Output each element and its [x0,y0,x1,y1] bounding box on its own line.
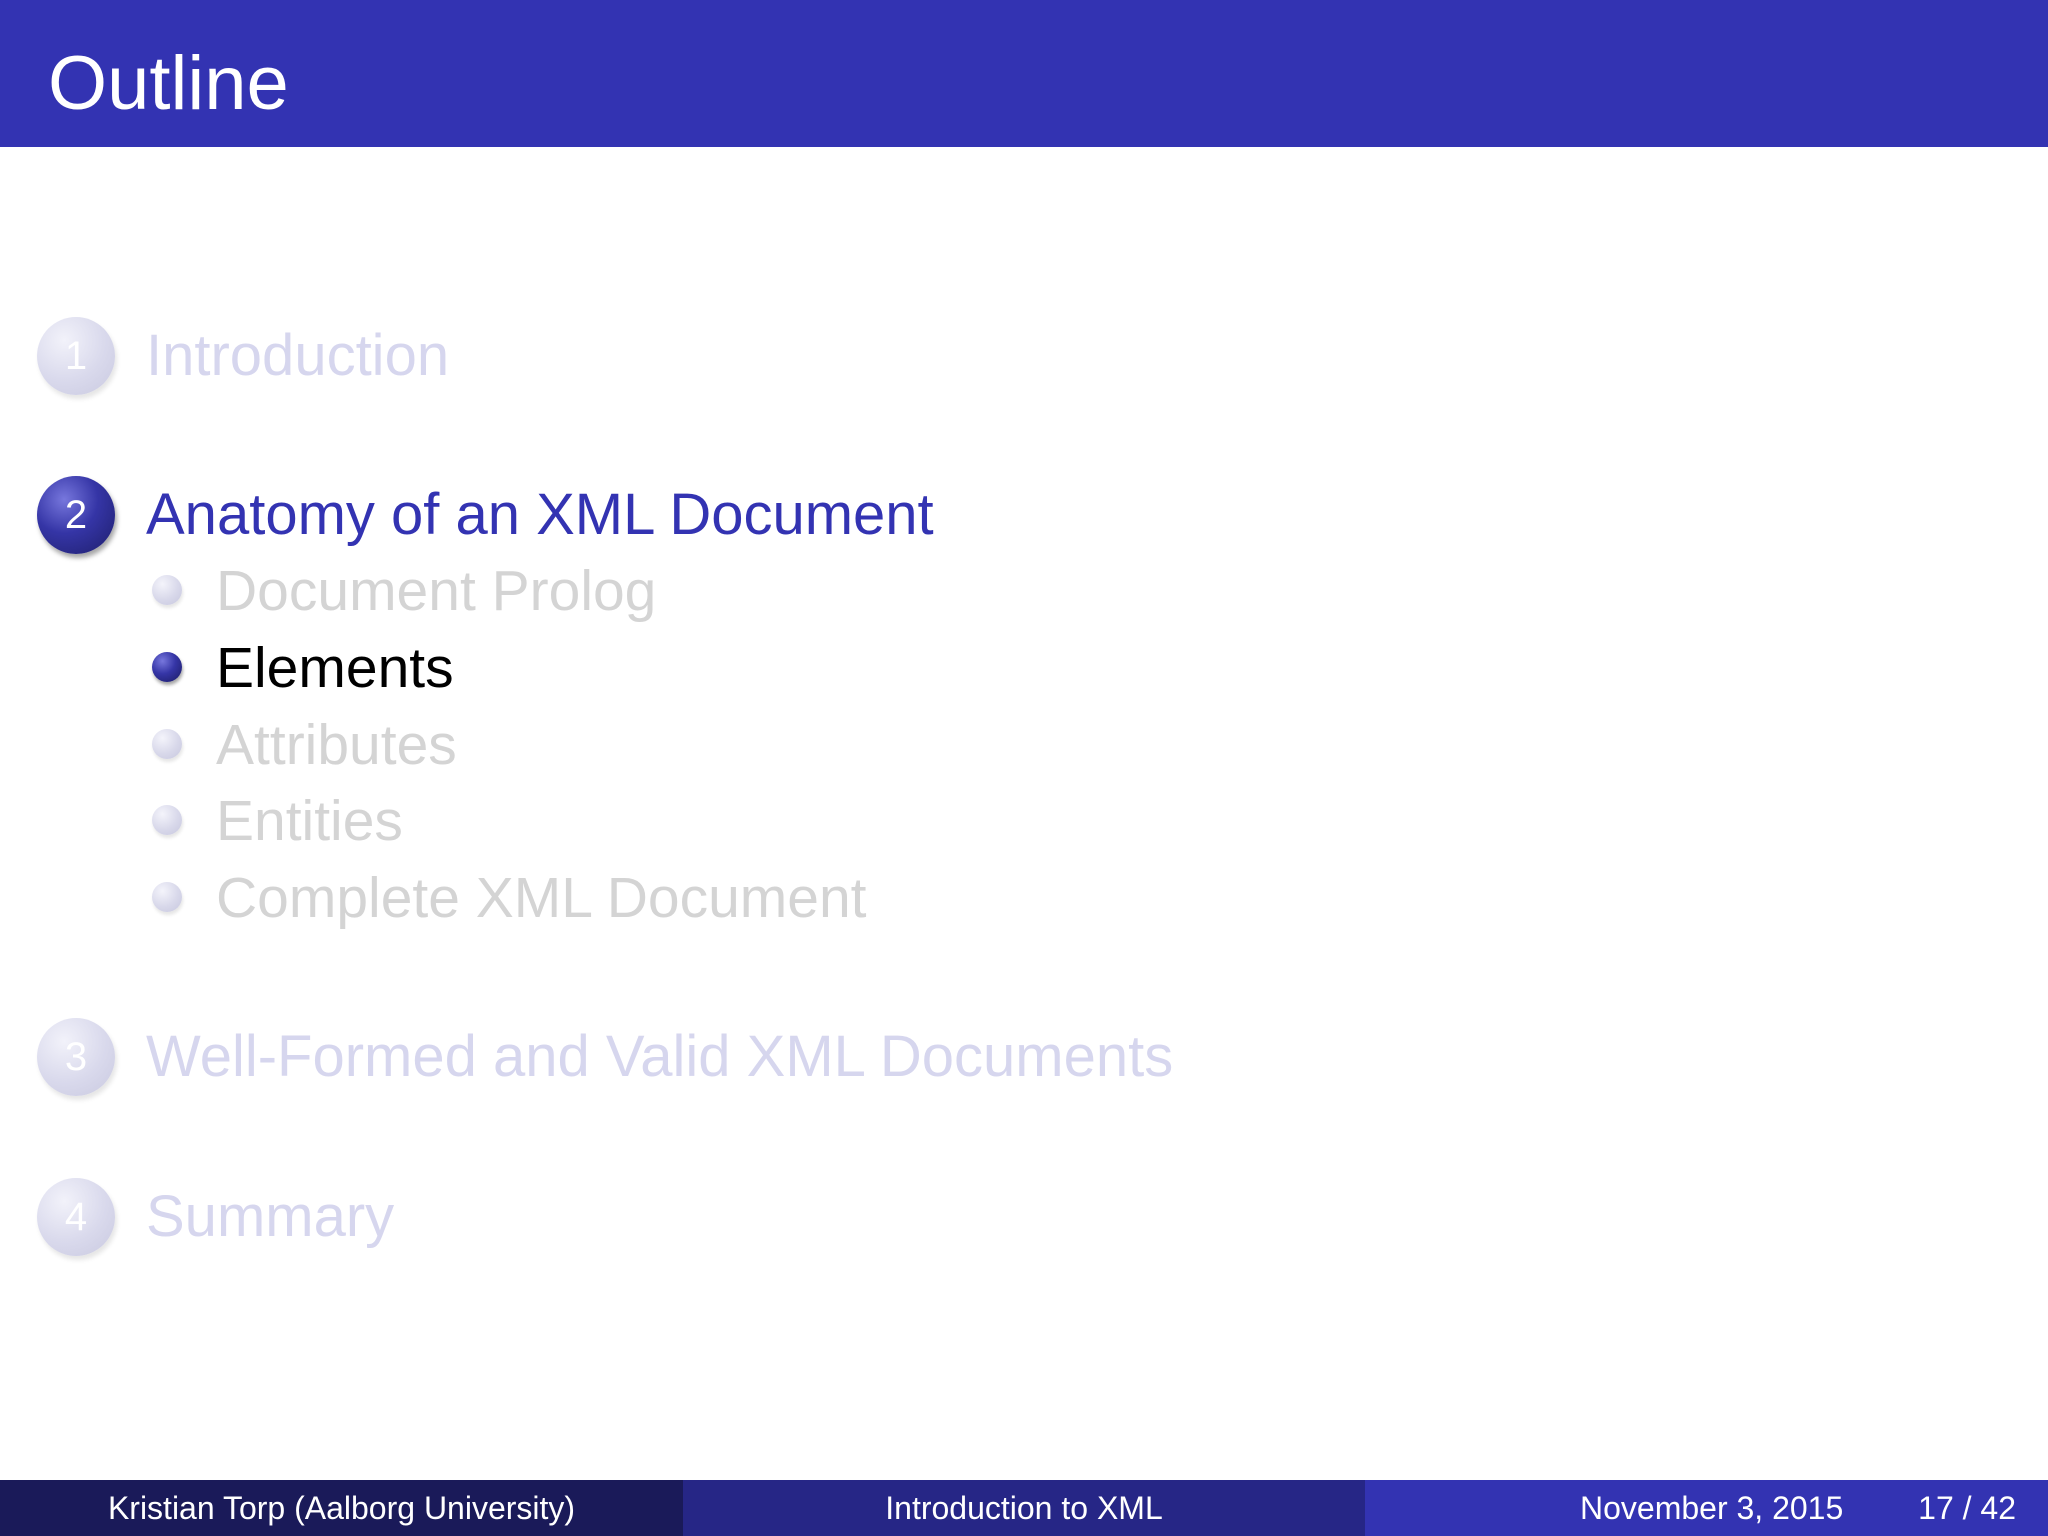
section-label: Introduction [146,323,450,388]
subsection-label: Document Prolog [216,559,657,623]
footer-author: Kristian Torp (Aalborg University) [0,1480,683,1536]
footer-page-number: 17 / 42 [1918,1490,2016,1526]
toc-subsection-elements[interactable]: Elements [0,632,2048,708]
bullet-ball-icon [152,652,182,682]
section-label: Anatomy of an XML Document [146,482,934,547]
section-number-ball: 3 [37,1018,115,1096]
toc-subsection-complete-xml-document[interactable]: Complete XML Document [0,862,2048,938]
bullet-ball-icon [152,805,182,835]
footline: Kristian Torp (Aalborg University) Intro… [0,1480,2048,1536]
subsection-label: Entities [216,789,403,853]
toc-section-summary[interactable]: 4 Summary [0,1178,2048,1268]
table-of-contents: 1 Introduction 2 Anatomy of an XML Docum… [0,0,2048,1480]
section-number-ball: 4 [37,1178,115,1256]
toc-section-anatomy[interactable]: 2 Anatomy of an XML Document [0,476,2048,566]
toc-section-well-formed[interactable]: 3 Well-Formed and Valid XML Documents [0,1018,2048,1108]
subsection-label: Attributes [216,713,457,777]
footer-date: November 3, 2015 [1580,1490,1844,1526]
subsection-label: Complete XML Document [216,866,867,930]
bullet-ball-icon [152,882,182,912]
section-number-ball: 2 [37,476,115,554]
toc-subsection-attributes[interactable]: Attributes [0,709,2048,785]
section-label: Summary [146,1184,395,1249]
section-label: Well-Formed and Valid XML Documents [146,1024,1174,1089]
bullet-ball-icon [152,575,182,605]
subsection-label: Elements [216,636,454,700]
bullet-ball-icon [152,729,182,759]
footer-right-block: November 3, 2015 17 / 42 [1365,1480,2048,1536]
toc-subsection-entities[interactable]: Entities [0,785,2048,861]
toc-subsection-document-prolog[interactable]: Document Prolog [0,555,2048,631]
section-number-ball: 1 [37,317,115,395]
toc-section-introduction[interactable]: 1 Introduction [0,317,2048,407]
footer-title: Introduction to XML [683,1480,1365,1536]
